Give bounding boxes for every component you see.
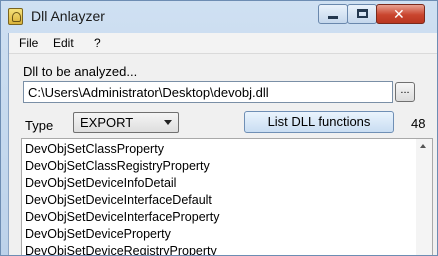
type-label: Type — [25, 118, 54, 133]
browse-button[interactable]: ... — [395, 82, 415, 102]
maximize-icon — [357, 9, 368, 18]
type-dropdown[interactable]: EXPORT — [73, 112, 179, 133]
type-selected-value: EXPORT — [80, 115, 134, 130]
close-icon: ✕ — [393, 6, 405, 22]
dll-path-label: Dll to be analyzed... — [23, 64, 138, 79]
menu-help[interactable]: ? — [94, 36, 101, 50]
function-count: 48 — [411, 116, 426, 131]
title-bar[interactable]: Dll Anlayzer ✕ — [1, 1, 437, 33]
app-window: Dll Anlayzer ✕ File Edit ? Dll to be ana… — [0, 0, 438, 256]
maximize-button[interactable] — [347, 4, 377, 24]
list-item[interactable]: DevObjSetDeviceInterfaceProperty — [25, 209, 220, 226]
list-dll-functions-button[interactable]: List DLL functions — [244, 111, 394, 133]
list-item[interactable]: DevObjSetClassRegistryProperty — [25, 158, 220, 175]
list-item[interactable]: DevObjSetDeviceProperty — [25, 226, 220, 243]
scroll-up-arrow-icon[interactable] — [420, 144, 426, 148]
dll-path-input[interactable] — [23, 81, 393, 103]
close-button[interactable]: ✕ — [376, 4, 425, 24]
menu-bar: File Edit ? — [9, 33, 437, 54]
minimize-icon — [328, 16, 338, 19]
list-item[interactable]: DevObjSetDeviceRegistryProperty — [25, 243, 220, 255]
menu-file[interactable]: File — [19, 36, 38, 50]
list-item[interactable]: DevObjSetDeviceInfoDetail — [25, 175, 220, 192]
list-item[interactable]: DevObjSetClassProperty — [25, 141, 220, 158]
vertical-scrollbar[interactable] — [416, 139, 432, 255]
client-area: File Edit ? Dll to be analyzed... ... Ty… — [8, 33, 437, 255]
list-item[interactable]: DevObjSetDeviceInterfaceDefault — [25, 192, 220, 209]
function-list-items: DevObjSetClassProperty DevObjSetClassReg… — [25, 141, 220, 255]
chevron-down-icon — [164, 120, 172, 125]
function-list[interactable]: DevObjSetClassProperty DevObjSetClassReg… — [21, 138, 433, 255]
dll-analyzer-icon[interactable] — [8, 8, 23, 25]
menu-edit[interactable]: Edit — [53, 36, 74, 50]
minimize-button[interactable] — [318, 4, 348, 24]
window-title: Dll Anlayzer — [31, 8, 105, 24]
